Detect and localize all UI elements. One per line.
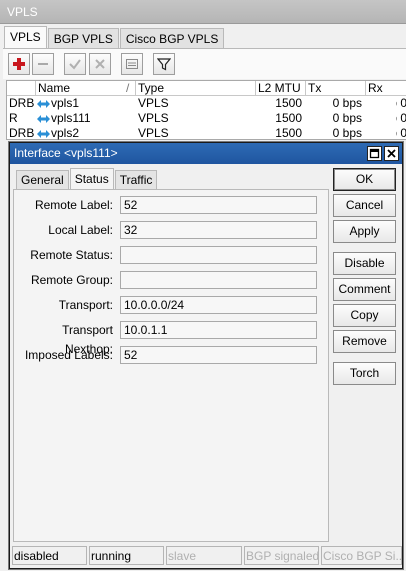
table-header: Name / Type L2 MTU Tx Rx xyxy=(7,81,406,96)
close-icon xyxy=(387,149,396,158)
tab-bgp-vpls[interactable]: BGP VPLS xyxy=(47,28,119,49)
row-name: vpls1 xyxy=(37,96,135,111)
status-disabled: disabled xyxy=(12,546,87,565)
field-label: Local Label: xyxy=(48,223,113,237)
table-row[interactable]: R vpls111 VPLS 1500 0 bps 0 b xyxy=(7,111,406,126)
field-label: Remote Status: xyxy=(30,248,113,262)
row-name: vpls2 xyxy=(37,126,135,141)
field-label: Remote Label: xyxy=(34,198,113,212)
transport-field[interactable]: 10.0.0.0/24 xyxy=(120,296,317,314)
tab-traffic[interactable]: Traffic xyxy=(114,170,158,189)
row-rx: 0 b xyxy=(396,96,406,110)
add-icon xyxy=(13,58,25,70)
enable-button[interactable] xyxy=(64,53,86,75)
status-bar: disabled running slave BGP signaled Cisc… xyxy=(12,546,402,566)
enable-icon xyxy=(69,59,81,70)
row-flags: R xyxy=(9,111,18,125)
row-tx: 0 bps xyxy=(332,111,362,125)
comment-button[interactable] xyxy=(121,53,143,75)
tab-vpls[interactable]: VPLS xyxy=(4,26,47,49)
row-l2mtu: 1500 xyxy=(275,126,302,140)
field-remote-group: Remote Group: xyxy=(14,271,330,291)
col-rx[interactable]: Rx xyxy=(366,81,406,96)
col-tx[interactable]: Tx xyxy=(306,81,366,96)
transport-nexthop-field[interactable]: 10.0.1.1 xyxy=(120,321,317,339)
status-cisco-bgp-signaled: Cisco BGP Si... xyxy=(321,546,402,565)
copy-button[interactable]: Copy xyxy=(333,304,396,327)
field-imposed-labels: Imposed Labels: 52 xyxy=(14,346,330,366)
local-label-field[interactable]: 32 xyxy=(120,221,317,239)
maximize-button[interactable] xyxy=(367,146,382,161)
add-button[interactable] xyxy=(8,53,30,75)
field-label: Transport: xyxy=(58,298,113,312)
sort-indicator-icon: / xyxy=(124,81,136,96)
apply-button[interactable]: Apply xyxy=(333,220,396,243)
remove-icon xyxy=(38,63,48,65)
vpls-window-title: VPLS xyxy=(0,0,406,24)
status-slave: slave xyxy=(166,546,242,565)
comment-icon xyxy=(126,59,138,69)
tab-cisco-bgp-vpls[interactable]: Cisco BGP VPLS xyxy=(119,28,225,49)
remote-label-field[interactable]: 52 xyxy=(120,196,317,214)
row-type: VPLS xyxy=(138,126,169,140)
col-flags[interactable] xyxy=(7,81,36,96)
torch-button[interactable]: Torch xyxy=(333,362,396,385)
row-type: VPLS xyxy=(138,96,169,110)
field-local-label: Local Label: 32 xyxy=(14,221,330,241)
row-tx: 0 bps xyxy=(332,126,362,140)
row-l2mtu: 1500 xyxy=(275,96,302,110)
remote-status-field[interactable] xyxy=(120,246,317,264)
maximize-icon xyxy=(369,148,380,159)
cancel-button[interactable]: Cancel xyxy=(333,194,396,217)
field-remote-label: Remote Label: 52 xyxy=(14,196,330,216)
comment-button[interactable]: Comment xyxy=(333,278,396,301)
status-panel: Remote Label: 52 Local Label: 32 Remote … xyxy=(13,189,329,542)
table-row[interactable]: DRB vpls2 VPLS 1500 0 bps 0 b xyxy=(7,126,406,141)
filter-button[interactable] xyxy=(153,53,175,75)
row-tx: 0 bps xyxy=(332,96,362,110)
field-label: Remote Group: xyxy=(30,273,113,287)
dialog-title: Interface <vpls111> xyxy=(14,146,118,160)
table-row[interactable]: DRB vpls1 VPLS 1500 0 bps 0 b xyxy=(7,96,406,111)
col-l2mtu[interactable]: L2 MTU xyxy=(256,81,306,96)
ok-button[interactable]: OK xyxy=(333,168,396,191)
disable-button[interactable] xyxy=(89,53,111,75)
row-name: vpls111 xyxy=(37,111,135,126)
interface-icon xyxy=(37,115,50,123)
interface-table: Name / Type L2 MTU Tx Rx DRB vpls1 VPLS … xyxy=(6,80,406,140)
row-flags: DRB xyxy=(9,96,35,110)
field-label: Imposed Labels: xyxy=(24,348,113,362)
interface-icon xyxy=(37,100,50,108)
status-bgp-signaled: BGP signaled xyxy=(244,546,319,565)
row-rx: 0 b xyxy=(396,126,406,140)
remove-button[interactable]: Remove xyxy=(333,330,396,353)
field-remote-status: Remote Status: xyxy=(14,246,330,266)
row-type: VPLS xyxy=(138,111,169,125)
interface-icon xyxy=(37,130,50,138)
field-transport: Transport: 10.0.0.0/24 xyxy=(14,296,330,316)
interface-dialog: Interface <vpls111> General Status Traff… xyxy=(9,142,403,569)
col-name[interactable]: Name xyxy=(36,81,136,96)
vpls-tabs: VPLS BGP VPLS Cisco BGP VPLS xyxy=(4,26,225,49)
col-type[interactable]: Type xyxy=(136,81,256,96)
remote-group-field[interactable] xyxy=(120,271,317,289)
row-rx: 0 b xyxy=(396,111,406,125)
tab-general[interactable]: General xyxy=(16,170,69,189)
status-running: running xyxy=(89,546,164,565)
toolbar xyxy=(3,48,406,79)
field-transport-nexthop: Transport Nexthop: 10.0.1.1 xyxy=(14,321,330,356)
disable-button[interactable]: Disable xyxy=(333,252,396,275)
filter-icon xyxy=(157,58,171,71)
imposed-labels-field[interactable]: 52 xyxy=(120,346,317,364)
close-button[interactable] xyxy=(384,146,399,161)
remove-button[interactable] xyxy=(32,53,54,75)
tab-status[interactable]: Status xyxy=(69,168,114,189)
row-flags: DRB xyxy=(9,126,35,140)
dialog-titlebar[interactable]: Interface <vpls111> xyxy=(10,143,402,164)
row-l2mtu: 1500 xyxy=(275,111,302,125)
dialog-tabs: General Status Traffic xyxy=(16,168,158,189)
disable-icon xyxy=(95,59,105,69)
